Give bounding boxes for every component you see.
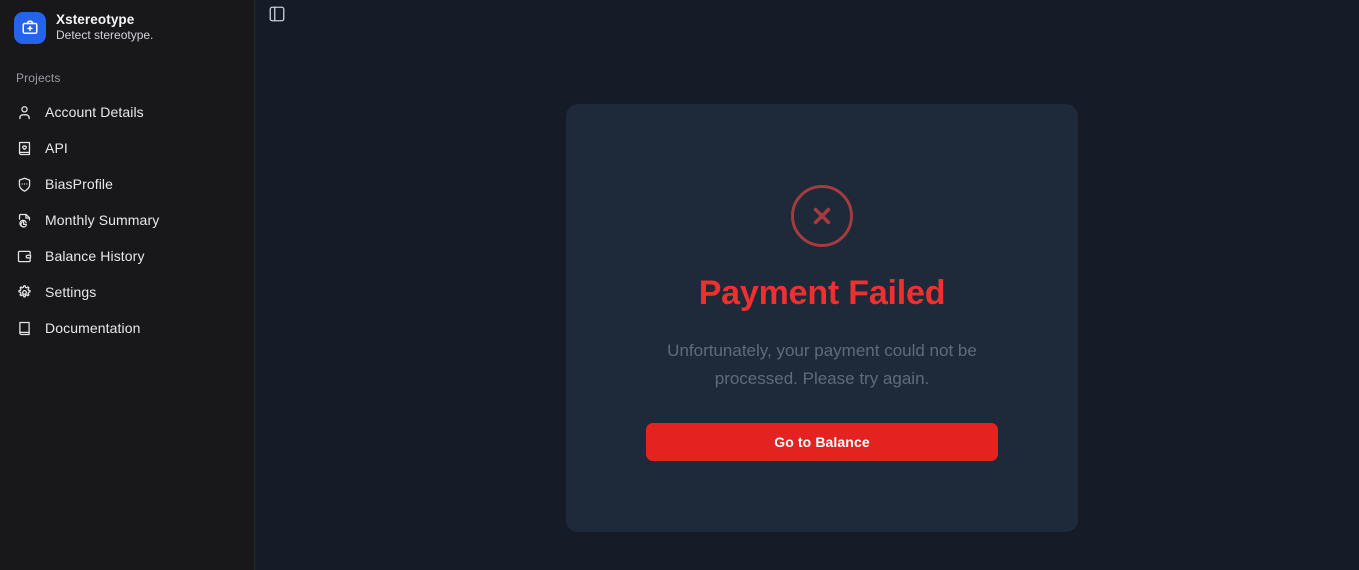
shield-ellipsis-icon xyxy=(15,175,33,193)
brand-header[interactable]: Xstereotype Detect stereotype. xyxy=(0,0,254,48)
sidebar-item-balance-history[interactable]: Balance History xyxy=(0,238,254,274)
sidebar-nav: Account Details API BiasProfile Monthly … xyxy=(0,94,254,346)
sidebar-item-api[interactable]: API xyxy=(0,130,254,166)
sidebar-item-label: Settings xyxy=(45,284,97,300)
page-title: Payment Failed xyxy=(698,274,946,312)
sidebar-item-label: Balance History xyxy=(45,248,145,264)
circle-x-icon xyxy=(791,185,853,247)
wallet-icon xyxy=(15,247,33,265)
brand-title: Xstereotype xyxy=(56,12,135,28)
go-to-balance-button[interactable]: Go to Balance xyxy=(646,423,998,462)
brand-subtitle: Detect stereotype. xyxy=(56,27,154,42)
book-icon xyxy=(15,319,33,337)
sidebar-item-documentation[interactable]: Documentation xyxy=(0,310,254,346)
sidebar-item-account-details[interactable]: Account Details xyxy=(0,94,254,130)
user-icon xyxy=(15,103,33,121)
sidebar-item-label: Account Details xyxy=(45,104,144,120)
file-pie-chart-icon xyxy=(15,211,33,229)
card-description: Unfortunately, your payment could not be… xyxy=(667,341,977,389)
briefcase-medical-icon xyxy=(14,11,46,44)
main-content: Payment Failed Unfortunately, your payme… xyxy=(255,0,1359,570)
book-heart-icon xyxy=(15,139,33,157)
sidebar-item-biasprofile[interactable]: BiasProfile xyxy=(0,166,254,202)
panel-left-icon[interactable] xyxy=(266,3,288,25)
sidebar-section-label: Projects xyxy=(16,71,61,85)
sidebar-item-settings[interactable]: Settings xyxy=(0,274,254,310)
gear-icon xyxy=(15,283,33,301)
sidebar-item-monthly-summary[interactable]: Monthly Summary xyxy=(0,202,254,238)
sidebar-item-label: API xyxy=(45,140,68,156)
sidebar-item-label: BiasProfile xyxy=(45,176,114,192)
payment-status-card: Payment Failed Unfortunately, your payme… xyxy=(566,104,1078,532)
sidebar: Xstereotype Detect stereotype. Projects … xyxy=(0,0,255,570)
sidebar-item-label: Monthly Summary xyxy=(45,212,160,228)
sidebar-item-label: Documentation xyxy=(45,320,141,336)
